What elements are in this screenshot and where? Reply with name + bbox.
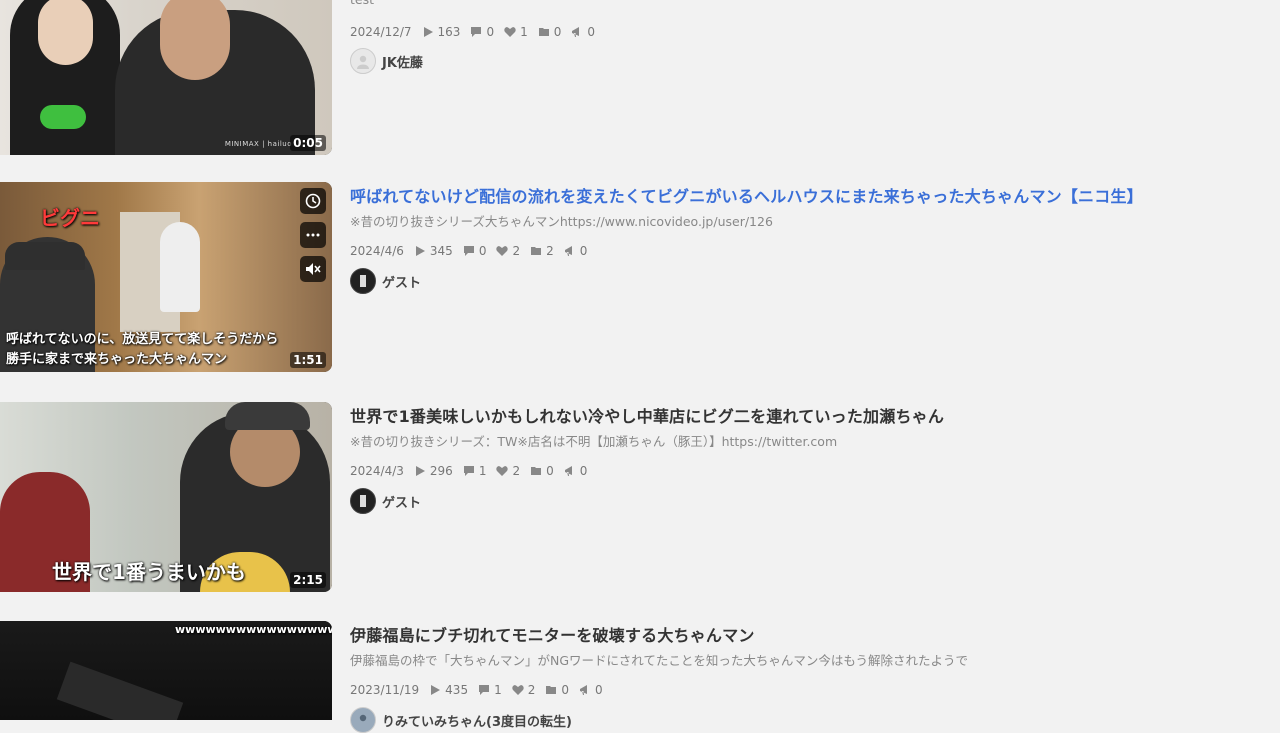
video-description: test xyxy=(350,0,374,7)
more-options-button[interactable] xyxy=(300,222,326,248)
video-description: ※昔の切り抜きシリーズ大ちゃんマンhttps://www.nicovideo.j… xyxy=(350,214,773,229)
comment-icon xyxy=(463,246,474,256)
mylist-count: 0 xyxy=(561,683,569,697)
user-icon xyxy=(360,275,366,287)
heart-icon xyxy=(504,27,516,37)
video-description: ※昔の切り抜きシリーズ：TW※店名は不明【加瀬ちゃん（豚王）】https://t… xyxy=(350,434,838,449)
video-duration: 0:05 xyxy=(290,135,326,151)
like-count: 1 xyxy=(520,25,528,39)
video-stats: 2024/12/7 163 0 1 0 0 xyxy=(350,25,599,39)
mute-button[interactable] xyxy=(300,256,326,282)
folder-icon xyxy=(538,28,549,36)
video-duration: 2:15 xyxy=(290,572,326,588)
comment-icon xyxy=(479,685,490,695)
video-thumbnail[interactable]: MINIMAX | hailuo 0:05 xyxy=(0,0,332,155)
heart-icon xyxy=(496,246,509,256)
video-title[interactable]: 伊藤福島にブチ切れてモニターを破壊する大ちゃんマン xyxy=(350,622,755,646)
mylist-count: 0 xyxy=(553,25,562,39)
heart-icon xyxy=(496,466,509,476)
mylist-count: 0 xyxy=(546,464,554,478)
owner-name: JK佐藤 xyxy=(382,55,423,71)
play-icon xyxy=(423,27,433,37)
more-icon xyxy=(306,233,320,237)
video-owner[interactable]: JK佐藤 xyxy=(350,48,423,74)
overlay-caption: 世界で1番うまいかも xyxy=(52,560,246,584)
comment-icon xyxy=(463,466,474,476)
video-title[interactable]: 世界で1番美味しいかもしれない冷やし中華店にビグ二を連れていった加瀬ちゃん xyxy=(350,403,944,427)
overlay-caption: 呼ばれてないのに、放送見てて楽しそうだから xyxy=(6,332,279,347)
view-count: 345 xyxy=(429,244,453,258)
like-count: 2 xyxy=(527,683,536,697)
upload-date: 2024/4/3 xyxy=(350,464,404,478)
avatar xyxy=(350,707,376,733)
megaphone-icon xyxy=(564,466,572,476)
heart-icon xyxy=(512,685,524,695)
folder-icon xyxy=(531,467,542,475)
folder-icon xyxy=(531,247,542,255)
comment-count: 1 xyxy=(478,464,487,478)
upload-date: 2024/4/6 xyxy=(350,244,404,258)
video-owner[interactable]: りみていみちゃん(3度目の転生) xyxy=(350,707,572,733)
user-icon xyxy=(360,495,366,507)
view-count: 163 xyxy=(437,25,461,39)
ad-count: 0 xyxy=(579,244,588,258)
watermark: MINIMAX | hailuo xyxy=(224,140,292,148)
comment-icon xyxy=(471,27,482,37)
owner-name: ゲスト xyxy=(382,275,422,291)
comment-count: 1 xyxy=(494,683,502,697)
like-count: 2 xyxy=(512,244,521,258)
overlay-caption: ビグニ xyxy=(40,206,100,230)
clock-icon xyxy=(305,193,321,209)
play-icon xyxy=(415,246,425,256)
view-count: 296 xyxy=(429,464,453,478)
video-stats: 2024/4/3 296 1 2 0 0 xyxy=(350,464,591,478)
mute-icon xyxy=(306,263,321,275)
watch-later-button[interactable] xyxy=(300,188,326,214)
user-icon xyxy=(359,714,367,722)
megaphone-icon xyxy=(572,27,580,37)
overlay-caption: 勝手に家まで来ちゃった大ちゃんマン xyxy=(6,352,228,367)
view-count: 435 xyxy=(445,683,469,697)
megaphone-icon xyxy=(564,246,572,256)
video-thumbnail[interactable]: 世界で1番うまいかも 2:15 xyxy=(0,402,332,592)
owner-name: りみていみちゃん(3度目の転生) xyxy=(382,714,572,730)
play-icon xyxy=(431,685,441,695)
owner-name: ゲスト xyxy=(382,495,422,511)
mylist-count: 2 xyxy=(546,244,554,258)
video-stats: 2023/11/19 435 1 2 0 0 xyxy=(350,683,607,697)
avatar xyxy=(350,268,376,294)
video-owner[interactable]: ゲスト xyxy=(350,488,421,514)
video-stats: 2024/4/6 345 0 2 2 0 xyxy=(350,244,591,258)
video-owner[interactable]: ゲスト xyxy=(350,268,421,294)
avatar xyxy=(350,488,376,514)
upload-date: 2024/12/7 xyxy=(350,25,412,39)
video-title[interactable]: 呼ばれてないけど配信の流れを変えたくてビグニがいるヘルハウスにまた来ちゃった大ち… xyxy=(350,183,1143,207)
ad-count: 0 xyxy=(595,683,603,697)
comment-count: 0 xyxy=(486,25,495,39)
folder-icon xyxy=(546,686,557,694)
avatar xyxy=(350,48,376,74)
upload-date: 2023/11/19 xyxy=(350,683,420,697)
megaphone-icon xyxy=(580,685,587,695)
ad-count: 0 xyxy=(587,25,595,39)
comment-count: 0 xyxy=(478,244,487,258)
like-count: 2 xyxy=(512,464,521,478)
video-thumbnail[interactable]: wwwwwwwwwwwwwwww xyxy=(0,621,332,720)
overlay-caption: wwwwwwwwwwwwwwww xyxy=(175,623,332,636)
user-icon xyxy=(357,55,369,69)
play-icon xyxy=(415,466,425,476)
video-thumbnail[interactable]: ビグニ 呼ばれてないのに、放送見てて楽しそうだから 勝手に家まで来ちゃった大ちゃ… xyxy=(0,182,332,372)
video-duration: 1:51 xyxy=(290,352,326,368)
video-description: 伊藤福島の枠で「大ちゃんマン」がNGワードにされてたことを知った大ちゃんマン今は… xyxy=(350,653,969,668)
ad-count: 0 xyxy=(579,464,588,478)
